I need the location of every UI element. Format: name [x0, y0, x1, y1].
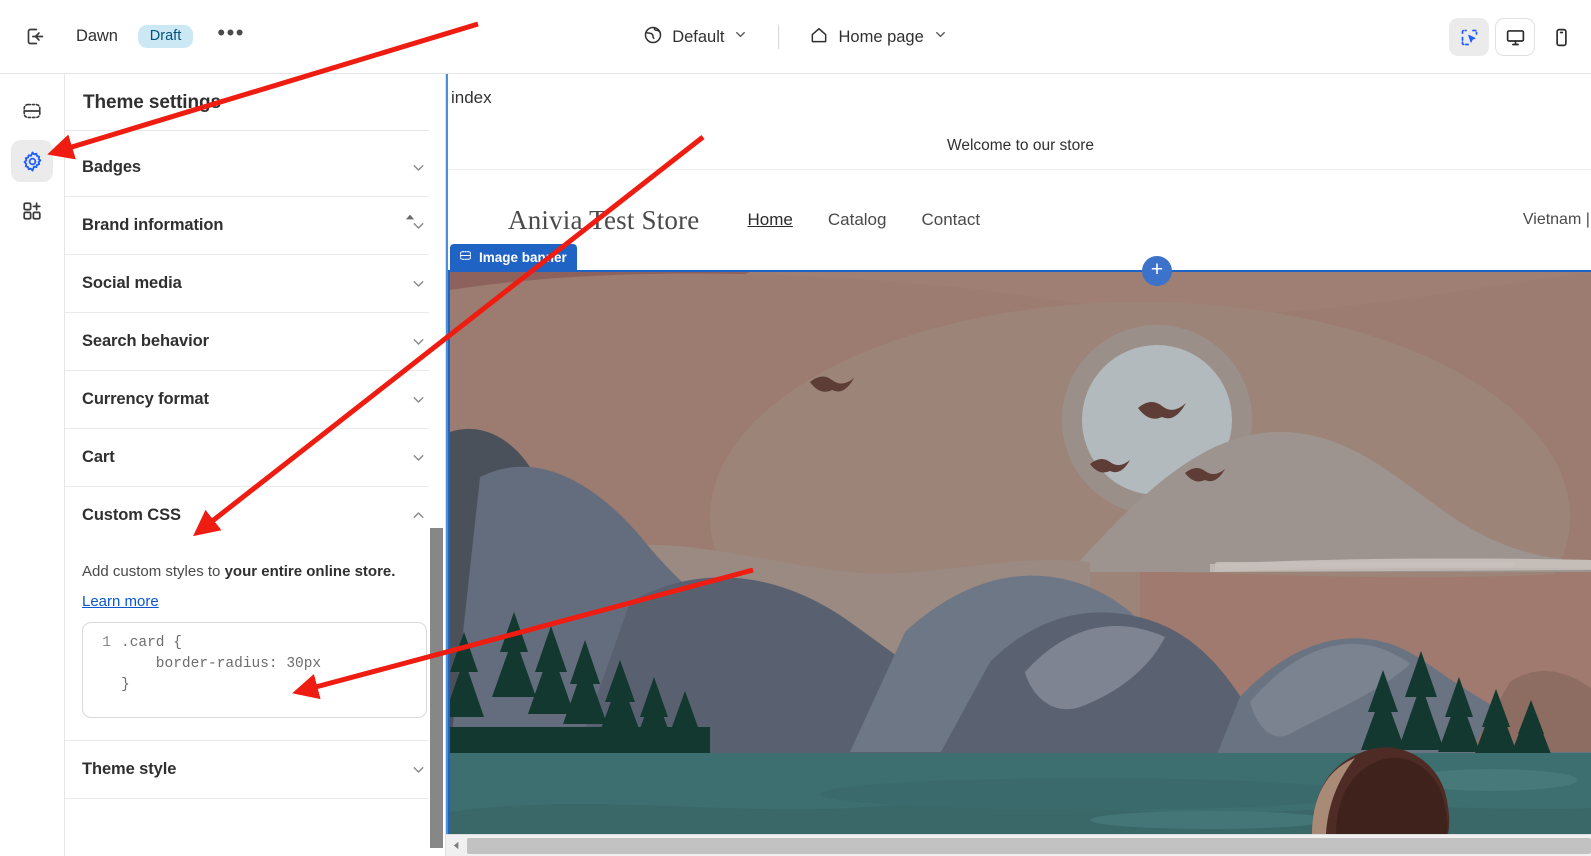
inspector-toggle-button[interactable] — [1449, 18, 1489, 56]
store-nav: Home Catalog Contact — [748, 210, 981, 230]
top-bar-left-group: Dawn Draft ••• — [0, 18, 249, 56]
locale-selector[interactable]: Vietnam | V — [1523, 211, 1591, 229]
section-insert-divider — [448, 270, 1591, 272]
image-banner-icon — [459, 249, 472, 265]
theme-name[interactable]: Dawn — [76, 27, 118, 46]
custom-css-body: Add custom styles to your entire online … — [65, 544, 445, 742]
announcement-text: Welcome to our store — [946, 136, 1095, 154]
store-header: Anivia Test Store Home Catalog Contact V… — [448, 170, 1591, 270]
chevron-down-icon — [410, 159, 427, 176]
accordion-currency-format[interactable]: Currency format — [65, 371, 445, 429]
code-line-number-blank — [83, 654, 121, 675]
accordion-search-behavior[interactable]: Search behavior — [65, 313, 445, 371]
top-bar-divider — [778, 25, 780, 49]
announcement-bar[interactable]: Welcome to our store — [448, 122, 1591, 170]
chevron-down-icon — [410, 275, 427, 292]
code-line-text: .card { — [121, 635, 182, 652]
accordion-cart[interactable]: Cart — [65, 429, 445, 487]
sidebar-item-theme-settings[interactable] — [11, 140, 53, 182]
code-line-number: 1 — [102, 635, 111, 652]
accordion-theme-style[interactable]: Theme style — [65, 741, 445, 800]
custom-css-description-bold: your entire online store. — [224, 563, 396, 580]
chevron-up-icon — [410, 507, 427, 524]
preview-horizontal-scrollbar[interactable] — [446, 834, 1591, 856]
globe-icon — [643, 25, 663, 50]
accordion-label: Badges — [82, 158, 142, 176]
page-selector[interactable]: Home page — [797, 19, 959, 56]
code-line: border-radius: 30px — [83, 654, 426, 675]
accordion-label: Theme style — [82, 760, 177, 779]
chevron-down-icon — [733, 27, 748, 47]
code-line: 1 .card { — [83, 633, 426, 654]
accordion-custom-css[interactable]: Custom CSS — [65, 487, 445, 544]
store-preview: index Welcome to our store Anivia Test S… — [446, 74, 1591, 856]
template-label: index — [451, 88, 492, 107]
left-icon-rail — [0, 74, 65, 856]
chevron-down-icon — [410, 391, 427, 408]
view-toggle-group — [1449, 0, 1581, 74]
scroll-up-indicator-icon[interactable] — [403, 210, 417, 224]
section-label-text: Image banner — [479, 249, 567, 265]
scroll-left-arrow-icon[interactable] — [446, 835, 466, 856]
accordion-label: Search behavior — [82, 332, 209, 350]
custom-css-description: Add custom styles to your entire online … — [82, 562, 427, 582]
nav-link-contact[interactable]: Contact — [921, 210, 980, 230]
top-bar: Dawn Draft ••• Default Home page — [0, 0, 1591, 74]
nav-link-catalog[interactable]: Catalog — [828, 210, 887, 230]
market-selector[interactable]: Default — [631, 19, 760, 56]
accordion-brand-information[interactable]: Brand information — [65, 197, 445, 255]
settings-accordion-list: Badges Brand information Social media Se… — [65, 131, 445, 800]
custom-css-description-prefix: Add custom styles to — [82, 563, 225, 580]
more-actions-button[interactable]: ••• — [213, 21, 249, 53]
sidebar-item-apps[interactable] — [11, 190, 53, 232]
learn-more-link[interactable]: Learn more — [82, 593, 159, 610]
store-logo[interactable]: Anivia Test Store — [508, 205, 700, 236]
home-icon — [809, 25, 829, 50]
chevron-down-icon — [410, 449, 427, 466]
preview-viewport: index Welcome to our store Anivia Test S… — [446, 74, 1591, 834]
market-label: Default — [672, 27, 725, 46]
theme-settings-panel: Theme settings Badges Brand information … — [65, 74, 446, 856]
mobile-phone-icon[interactable] — [1541, 18, 1581, 56]
custom-css-editor[interactable]: 1 .card { border-radius: 30px } — [82, 622, 427, 719]
status-badge: Draft — [137, 24, 194, 49]
code-line-number-blank — [83, 675, 121, 696]
image-banner-illustration[interactable] — [450, 272, 1591, 834]
accordion-label: Currency format — [82, 390, 209, 408]
code-line-text: } — [121, 677, 130, 694]
theme-editor-screen: Dawn Draft ••• Default Home page Theme s… — [0, 0, 1591, 856]
panel-scrollbar-thumb[interactable] — [430, 528, 443, 848]
accordion-badges[interactable]: Badges — [65, 139, 445, 197]
add-section-button[interactable]: + — [1142, 256, 1172, 286]
chevron-down-icon — [410, 333, 427, 350]
accordion-label: Cart — [82, 448, 115, 466]
code-line-text: border-radius: 30px — [121, 656, 322, 673]
chevron-down-icon — [933, 27, 948, 47]
accordion-label: Custom CSS — [82, 506, 181, 524]
chevron-down-icon — [410, 761, 427, 778]
exit-door-icon[interactable] — [16, 18, 54, 56]
section-label-image-banner[interactable]: Image banner — [450, 244, 577, 271]
preview-scrollbar-thumb[interactable] — [467, 837, 1591, 854]
accordion-social-media[interactable]: Social media — [65, 255, 445, 313]
page-title: Theme settings — [83, 92, 221, 113]
page-label: Home page — [838, 27, 924, 46]
accordion-label: Brand information — [82, 216, 224, 234]
sidebar-item-sections[interactable] — [11, 90, 53, 132]
code-line: } — [83, 675, 426, 696]
nav-link-home[interactable]: Home — [748, 210, 793, 230]
desktop-monitor-icon[interactable] — [1495, 18, 1535, 56]
accordion-label: Social media — [82, 274, 182, 292]
